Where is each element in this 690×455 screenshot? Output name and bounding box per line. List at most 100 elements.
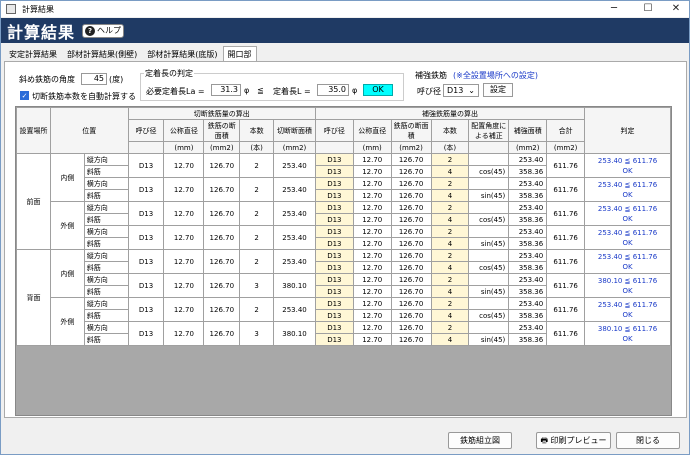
print-preview-button[interactable]: 🖶 印刷プレビュー	[536, 432, 611, 449]
col-header: 切断断面積	[273, 119, 316, 142]
unit-cell: (mm)	[163, 141, 205, 154]
total-cell: 611.76	[546, 273, 586, 298]
reinf-area-cell: 126.70	[390, 177, 432, 190]
cut-cell: 12.70	[163, 273, 205, 298]
angle-correction-cell	[468, 297, 510, 310]
reinf-size-select[interactable]: D13 ⌄	[443, 84, 479, 97]
cut-cell: D13	[127, 201, 165, 226]
reinf-total-area-cell: 358.36	[508, 165, 548, 178]
angle-correction-cell: sin(45)	[468, 189, 510, 202]
cut-cell: 126.70	[203, 273, 241, 298]
required-anchor-label: 必要定着長La =	[146, 87, 205, 96]
reinf-diameter-cell: 12.70	[352, 261, 392, 274]
unit-cell: (mm2)	[546, 141, 586, 154]
reinf-area-cell: 126.70	[390, 165, 432, 178]
reinf-size-cell: D13	[314, 321, 354, 334]
reinf-diameter-cell: 12.70	[352, 237, 392, 250]
total-cell: 611.76	[546, 225, 586, 250]
tab-panel: 斜め鉄筋の角度 45 (度) ✓ 切断鉄筋本数を自動計算する 定着長の判定 必要…	[4, 61, 687, 418]
cut-cell: D13	[127, 225, 165, 250]
maximize-icon[interactable]: ☐	[635, 1, 661, 17]
reinf-area-cell: 126.70	[390, 273, 432, 286]
direction-cell: 縦方向	[83, 249, 129, 262]
direction-cell: 縦方向	[83, 201, 129, 214]
cut-cell: 12.70	[163, 153, 205, 178]
col-header-reinf: 補強鉄筋量の算出	[314, 107, 586, 120]
reinf-total-area-cell: 358.36	[508, 189, 548, 202]
reinf-diameter-cell: 12.70	[352, 165, 392, 178]
reinf-size-cell: D13	[314, 201, 354, 214]
position-cell: 内側	[49, 249, 85, 298]
cut-cell: 253.40	[273, 153, 316, 178]
reinf-count-cell: 2	[430, 273, 470, 286]
unit-cell: (mm2)	[203, 141, 241, 154]
unit-cell	[127, 141, 165, 154]
reinf-area-cell: 126.70	[390, 213, 432, 226]
reinf-diameter-cell: 12.70	[352, 285, 392, 298]
reinf-count-cell: 2	[430, 225, 470, 238]
tab-opening[interactable]: 開口部	[222, 46, 257, 61]
judge-cell: 253.40 ≦ 611.76 OK	[584, 201, 671, 226]
reinf-count-cell: 4	[430, 189, 470, 202]
app-icon	[6, 4, 16, 14]
table-row: 横方向 D13 12.70 126.70 2 253.40 D13 12.70 126.70 2 2…	[17, 225, 671, 250]
header-row: 設置場所 位置 切断鉄筋量の算出 補強鉄筋量の算出 判定	[16, 107, 671, 154]
reinf-total-area-cell: 253.40	[508, 153, 548, 166]
close-button[interactable]: 閉じる	[616, 432, 680, 449]
unit-cell: (mm2)	[390, 141, 432, 154]
reinf-area-cell: 126.70	[390, 225, 432, 238]
minimize-icon[interactable]: ─	[601, 1, 627, 17]
angle-correction-cell: cos(45)	[468, 213, 510, 226]
anchor-group-title: 定着長の判定	[144, 68, 194, 79]
col-header: 公称直径	[163, 119, 205, 142]
help-button[interactable]: ? ヘルプ	[82, 24, 124, 38]
auto-calc-checkbox[interactable]: ✓	[20, 91, 29, 100]
table-row: 横方向 D13 12.70 126.70 3 380.10 D13 12.70 126.70 2 2…	[17, 273, 671, 298]
table-row: 横方向 D13 12.70 126.70 2 253.40 D13 12.70 126.70 2 2…	[17, 177, 671, 202]
reinf-diameter-cell: 12.70	[352, 189, 392, 202]
reinf-diameter-cell: 12.70	[352, 249, 392, 262]
unit-cell: (mm2)	[273, 141, 316, 154]
judge-cell: 253.40 ≦ 611.76 OK	[584, 153, 671, 178]
cut-cell: 12.70	[163, 297, 205, 322]
reinf-diameter-cell: 12.70	[352, 201, 392, 214]
cut-cell: 126.70	[203, 321, 241, 346]
close-icon[interactable]: ✕	[663, 1, 689, 17]
judge-cell: 253.40 ≦ 611.76 OK	[584, 225, 671, 250]
set-button[interactable]: 設定	[483, 83, 513, 97]
results-grid: 設置場所 位置 切断鉄筋量の算出 補強鉄筋量の算出 判定 呼び径 公称直径 鉄筋の断面積 本数切…	[15, 106, 672, 416]
reinf-area-cell: 126.70	[390, 309, 432, 322]
col-header: 合計	[546, 119, 586, 142]
cut-cell: 2	[239, 225, 275, 250]
cut-cell: 380.10	[273, 273, 316, 298]
direction-cell: 斜筋	[83, 333, 129, 346]
window: 計算結果 ─ ☐ ✕ 計算結果 ? ヘルプ 安定計算結果 部材計算結果(側壁) …	[0, 0, 690, 455]
reinf-count-cell: 4	[430, 333, 470, 346]
reinf-size-cell: D13	[314, 237, 354, 250]
help-icon: ?	[85, 26, 95, 36]
reinf-count-cell: 4	[430, 237, 470, 250]
reinf-count-cell: 2	[430, 297, 470, 310]
reinf-count-cell: 4	[430, 285, 470, 298]
total-cell: 611.76	[546, 321, 586, 346]
cut-cell: 380.10	[273, 321, 316, 346]
assembly-drawing-button[interactable]: 鉄筋組立図	[448, 432, 512, 449]
angle-input[interactable]: 45	[81, 73, 107, 85]
tab-bar: 安定計算結果 部材計算結果(側壁) 部材計算結果(底版) 開口部	[4, 46, 257, 61]
col-header: 配置角度による補正	[468, 119, 510, 142]
angle-correction-cell: cos(45)	[468, 261, 510, 274]
tab-bottom-slab[interactable]: 部材計算結果(底版)	[142, 46, 222, 61]
cut-cell: 3	[239, 321, 275, 346]
tab-stability[interactable]: 安定計算結果	[4, 46, 62, 61]
judge-cell: 380.10 ≦ 611.76 OK	[584, 273, 671, 298]
tab-sidewall[interactable]: 部材計算結果(側壁)	[62, 46, 142, 61]
reinf-diameter-cell: 12.70	[352, 153, 392, 166]
total-cell: 611.76	[546, 297, 586, 322]
reinf-count-cell: 2	[430, 201, 470, 214]
reinf-size-cell: D13	[314, 153, 354, 166]
reinf-diameter-cell: 12.70	[352, 309, 392, 322]
judge-cell: 253.40 ≦ 611.76 OK	[584, 249, 671, 274]
direction-cell: 横方向	[83, 273, 129, 286]
judge-result: OK	[622, 310, 633, 319]
position-cell: 内側	[49, 153, 85, 202]
